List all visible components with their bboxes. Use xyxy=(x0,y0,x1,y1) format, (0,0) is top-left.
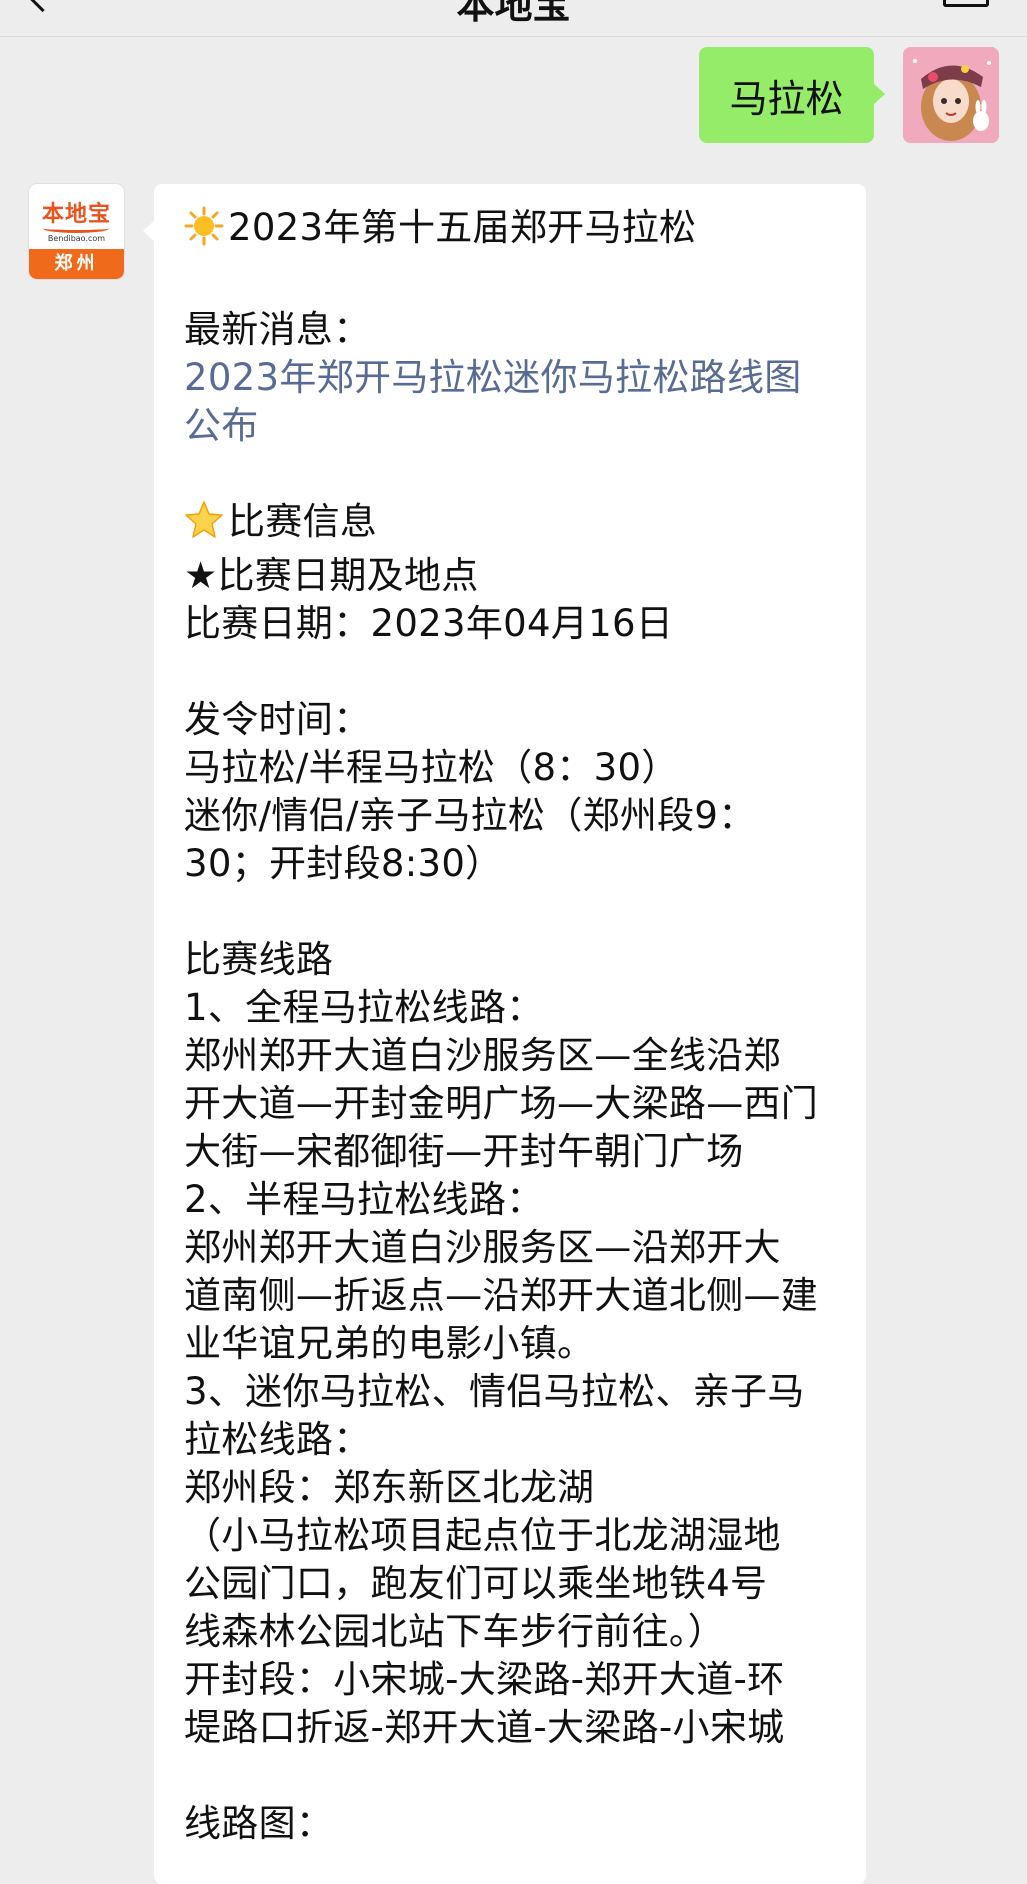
logo-city: 郑州 xyxy=(29,249,124,279)
logo-domain: Bendibao.com xyxy=(47,234,106,243)
zhengzhou-note: 线森林公园北站下车步行前往。） xyxy=(184,1610,725,1653)
zhengzhou-note: （小马拉松项目起点位于北龙湖湿地 xyxy=(184,1514,781,1557)
route2-label: 2、半程马拉松线路： xyxy=(184,1178,544,1221)
route1-label: 1、全程马拉松线路： xyxy=(184,986,544,1029)
section-info: 比赛信息 xyxy=(228,500,378,543)
route1-text: 大街—宋都御街—开封午朝门广场 xyxy=(184,1130,744,1173)
route-map-label: 线路图： xyxy=(184,1802,334,1845)
more-menu-icon[interactable] xyxy=(943,0,989,7)
route1-text: 开大道—开封金明广场—大梁路—西门 xyxy=(184,1082,819,1125)
news-link-continued[interactable]: 公布 xyxy=(184,402,836,450)
sun-icon xyxy=(184,206,224,258)
route1-text: 郑州郑开大道白沙服务区—全线沿郑 xyxy=(184,1034,781,1077)
chat-title: 本地宝 xyxy=(456,0,571,27)
outgoing-message-text: 马拉松 xyxy=(729,76,844,121)
top-nav-bar: 本地宝 xyxy=(0,0,1027,37)
start-time-label: 发令时间： xyxy=(184,698,371,741)
zhengzhou-segment: 郑州段：郑东新区北龙湖 xyxy=(184,1466,595,1509)
user-avatar[interactable] xyxy=(903,47,999,143)
route2-text: 郑州郑开大道白沙服务区—沿郑开大 xyxy=(184,1226,781,1269)
date-place-heading: ★比赛日期及地点 xyxy=(184,554,479,597)
news-label: 最新消息： xyxy=(184,308,371,351)
kaifeng-segment: 开封段：小宋城-大梁路-郑开大道-环 xyxy=(184,1658,785,1701)
news-link[interactable]: 2023年郑开马拉松迷你马拉松路线图 xyxy=(184,354,836,402)
section-info-line: 比赛信息 xyxy=(184,498,836,552)
route3-label: 3、迷你马拉松、情侣马拉松、亲子马 xyxy=(184,1370,805,1413)
start-time-mini: 迷你/情侣/亲子马拉松（郑州段9： xyxy=(184,794,756,837)
zhengzhou-note: 公园门口，跑友们可以乘坐地铁4号 xyxy=(184,1562,768,1605)
kaifeng-segment-continued: 堤路口折返-郑开大道-大梁路-小宋城 xyxy=(184,1706,785,1749)
incoming-message-bubble[interactable]: 2023年第十五届郑开马拉松 最新消息： 2023年郑开马拉松迷你马拉松路线图 … xyxy=(143,184,866,1884)
route2-text: 业华谊兄弟的电影小镇。 xyxy=(184,1322,595,1365)
route3-label-continued: 拉松线路： xyxy=(184,1418,371,1461)
outgoing-message-bubble[interactable]: 马拉松 xyxy=(699,47,885,143)
user-avatar-illustration xyxy=(903,47,999,143)
start-time-marathon: 马拉松/半程马拉松（8：30） xyxy=(184,746,679,789)
message-title-line: 2023年第十五届郑开马拉松 xyxy=(184,204,836,258)
star-icon xyxy=(184,500,224,552)
route-heading: 比赛线路 xyxy=(184,938,334,981)
route2-text: 道南侧—折返点—沿郑开大道北侧—建 xyxy=(184,1274,819,1317)
logo-swoosh-icon xyxy=(43,224,109,233)
race-date: 比赛日期：2023年04月16日 xyxy=(184,602,674,645)
bendibao-avatar[interactable]: 本地宝 Bendibao.com 郑州 xyxy=(29,184,124,279)
start-time-mini-continued: 30；开封段8:30） xyxy=(184,842,503,885)
message-title: 2023年第十五届郑开马拉松 xyxy=(228,206,697,249)
